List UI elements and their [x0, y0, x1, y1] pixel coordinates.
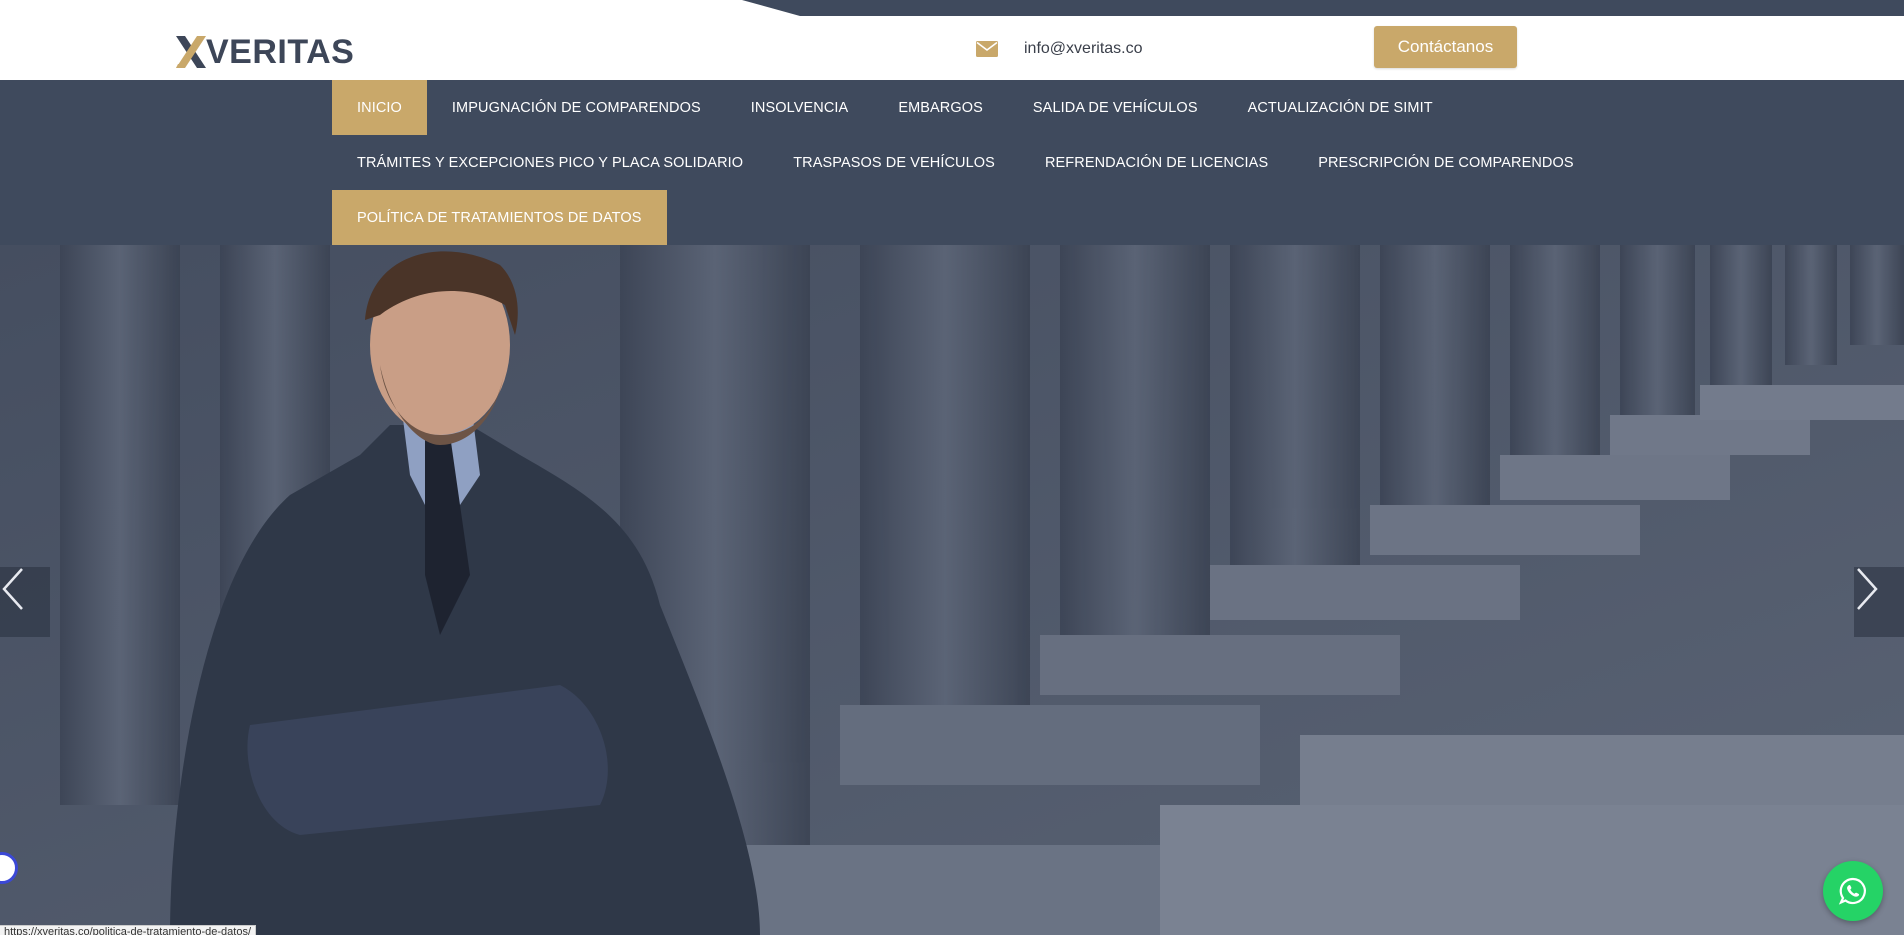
- nav-item-prescripcion-de-comparendos[interactable]: PRESCRIPCIÓN DE COMPARENDOS: [1293, 135, 1598, 190]
- nav-item-insolvencia[interactable]: INSOLVENCIA: [726, 80, 874, 135]
- whatsapp-icon: [1838, 877, 1866, 905]
- site-header: VERITAS info@xveritas.co: [0, 16, 1904, 80]
- nav-item-impugnacion-de-comparendos[interactable]: IMPUGNACIÓN DE COMPARENDOS: [427, 80, 726, 135]
- nav-item-salida-de-vehiculos[interactable]: SALIDA DE VEHÍCULOS: [1008, 80, 1223, 135]
- nav-item-inicio[interactable]: INICIO: [332, 80, 427, 135]
- logo-wordmark: VERITAS: [206, 33, 355, 71]
- nav-item-tramites-y-excepciones-pico-y-placa-solidario[interactable]: TRÁMITES Y EXCEPCIONES PICO Y PLACA SOLI…: [332, 135, 768, 190]
- hero-background: [0, 245, 1904, 935]
- slider-next-button[interactable]: [1854, 567, 1904, 637]
- nav-item-politica-de-tratamientos-de-datos[interactable]: POLÍTICA DE TRATAMIENTOS DE DATOS: [332, 190, 667, 245]
- top-strip: [0, 0, 1904, 16]
- envelope-icon: [976, 41, 998, 57]
- nav-row: POLÍTICA DE TRATAMIENTOS DE DATOS: [332, 190, 667, 245]
- nav-item-embargos[interactable]: EMBARGOS: [873, 80, 1008, 135]
- whatsapp-button[interactable]: [1823, 861, 1883, 921]
- email-address[interactable]: info@xveritas.co: [1024, 40, 1143, 58]
- chevron-left-icon: [2, 568, 23, 610]
- nav-item-traspasos-de-vehiculos[interactable]: TRASPASOS DE VEHÍCULOS: [768, 135, 1020, 190]
- site-logo[interactable]: VERITAS: [174, 34, 354, 70]
- chevron-right-icon: [1857, 568, 1878, 610]
- main-navigation: INICIO IMPUGNACIÓN DE COMPARENDOS INSOLVEN…: [0, 80, 1904, 245]
- browser-status-bar: https://xveritas.co/politica-de-tratamie…: [0, 925, 257, 935]
- nav-item-refrendacion-de-licencias[interactable]: REFRENDACIÓN DE LICENCIAS: [1020, 135, 1293, 190]
- nav-row: TRÁMITES Y EXCEPCIONES PICO Y PLACA SOLI…: [332, 135, 1599, 190]
- hero-slider: [0, 245, 1904, 935]
- nav-row: INICIO IMPUGNACIÓN DE COMPARENDOS INSOLVEN…: [332, 80, 1458, 135]
- email-contact[interactable]: info@xveritas.co: [976, 36, 1143, 62]
- slider-prev-button[interactable]: [0, 567, 50, 637]
- top-strip-shape: [742, 0, 1904, 16]
- nav-item-actualizacion-de-simit[interactable]: ACTUALIZACIÓN DE SIMIT: [1223, 80, 1458, 135]
- contact-button[interactable]: Contáctanos: [1374, 26, 1517, 68]
- logo-x-mark: [174, 34, 208, 70]
